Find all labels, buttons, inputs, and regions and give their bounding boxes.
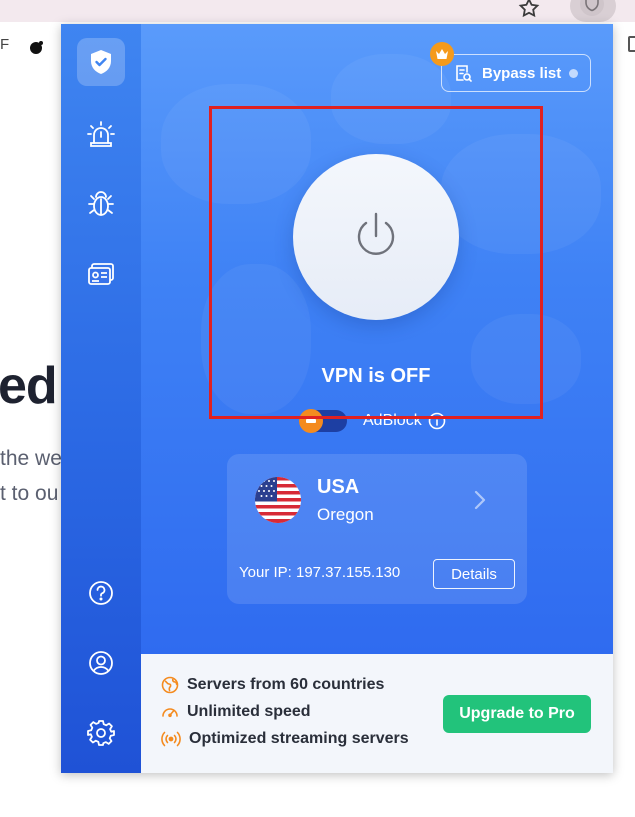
sidebar [61,24,141,773]
id-card-icon [88,263,114,285]
chevron-right-icon[interactable] [473,489,487,511]
bypass-status-dot [569,69,578,78]
promo-feature: Unlimited speed [161,703,311,721]
promo-panel: Servers from 60 countries Unlimited spee… [141,654,613,773]
world-map-shape [441,134,601,254]
bug-icon [88,191,114,216]
vpn-power-button[interactable] [293,154,459,320]
sidebar-item-account[interactable] [77,639,125,687]
vpn-status-text: VPN is OFF [321,365,431,387]
speedometer-icon [162,708,178,718]
settings-gear-icon [87,720,115,746]
world-map-shape [161,84,311,204]
account-icon [89,651,113,675]
upgrade-to-pro-button[interactable]: Upgrade to Pro [443,695,591,733]
details-button[interactable]: Details [433,559,515,589]
browser-toolbar [0,0,635,22]
country-name: USA [317,476,360,498]
us-flag-icon [255,477,301,523]
promo-feature: Optimized streaming servers [161,730,409,748]
bypass-list-icon [456,65,472,82]
globe-icon [161,676,179,694]
alarm-siren-icon [87,121,115,147]
world-map-shape [331,54,451,144]
info-icon[interactable] [428,412,446,430]
background-text-line: the we [0,447,62,470]
region-name: Oregon [317,505,374,524]
background-logo-icon [30,41,43,54]
promo-feature-text: Servers from 60 countries [187,676,385,693]
promo-feature-text: Optimized streaming servers [189,730,409,747]
world-map-shape [201,264,311,414]
crown-icon [430,42,454,66]
sidebar-item-vpn[interactable] [77,38,125,86]
background-window-icon [628,36,635,52]
adblock-row: AdBlock [299,409,446,433]
adblock-toggle[interactable] [299,409,347,433]
background-toolbar-text: F [0,36,10,53]
ip-address-text: Your IP: 197.37.155.130 [239,564,401,581]
sidebar-item-settings[interactable] [77,709,125,757]
promo-feature-text: Unlimited speed [187,703,311,720]
sidebar-item-help[interactable] [77,569,125,617]
bypass-list-button[interactable]: Bypass list [441,54,591,92]
sidebar-item-malware[interactable] [77,180,125,228]
star-icon[interactable] [517,0,541,20]
sidebar-item-identity[interactable] [77,250,125,298]
background-text-line: t to ou [0,482,59,505]
promo-feature: Servers from 60 countries [161,676,384,694]
toggle-knob [299,409,323,433]
vpn-extension-popup: Bypass list VPN is OFF AdBlock USA Orego… [61,24,613,773]
power-icon [357,212,395,255]
world-map-shape [471,314,581,404]
location-card[interactable]: USA Oregon Your IP: 197.37.155.130 Detai… [227,454,527,604]
help-icon [89,581,113,605]
bypass-list-label: Bypass list [482,64,562,82]
shield-check-icon [91,50,111,74]
vpn-main-panel: Bypass list VPN is OFF AdBlock USA Orego… [141,24,613,654]
background-heading: ed [0,357,58,415]
sidebar-item-alerts[interactable] [77,110,125,158]
broadcast-icon [161,731,181,747]
adblock-label: AdBlock [363,412,422,429]
